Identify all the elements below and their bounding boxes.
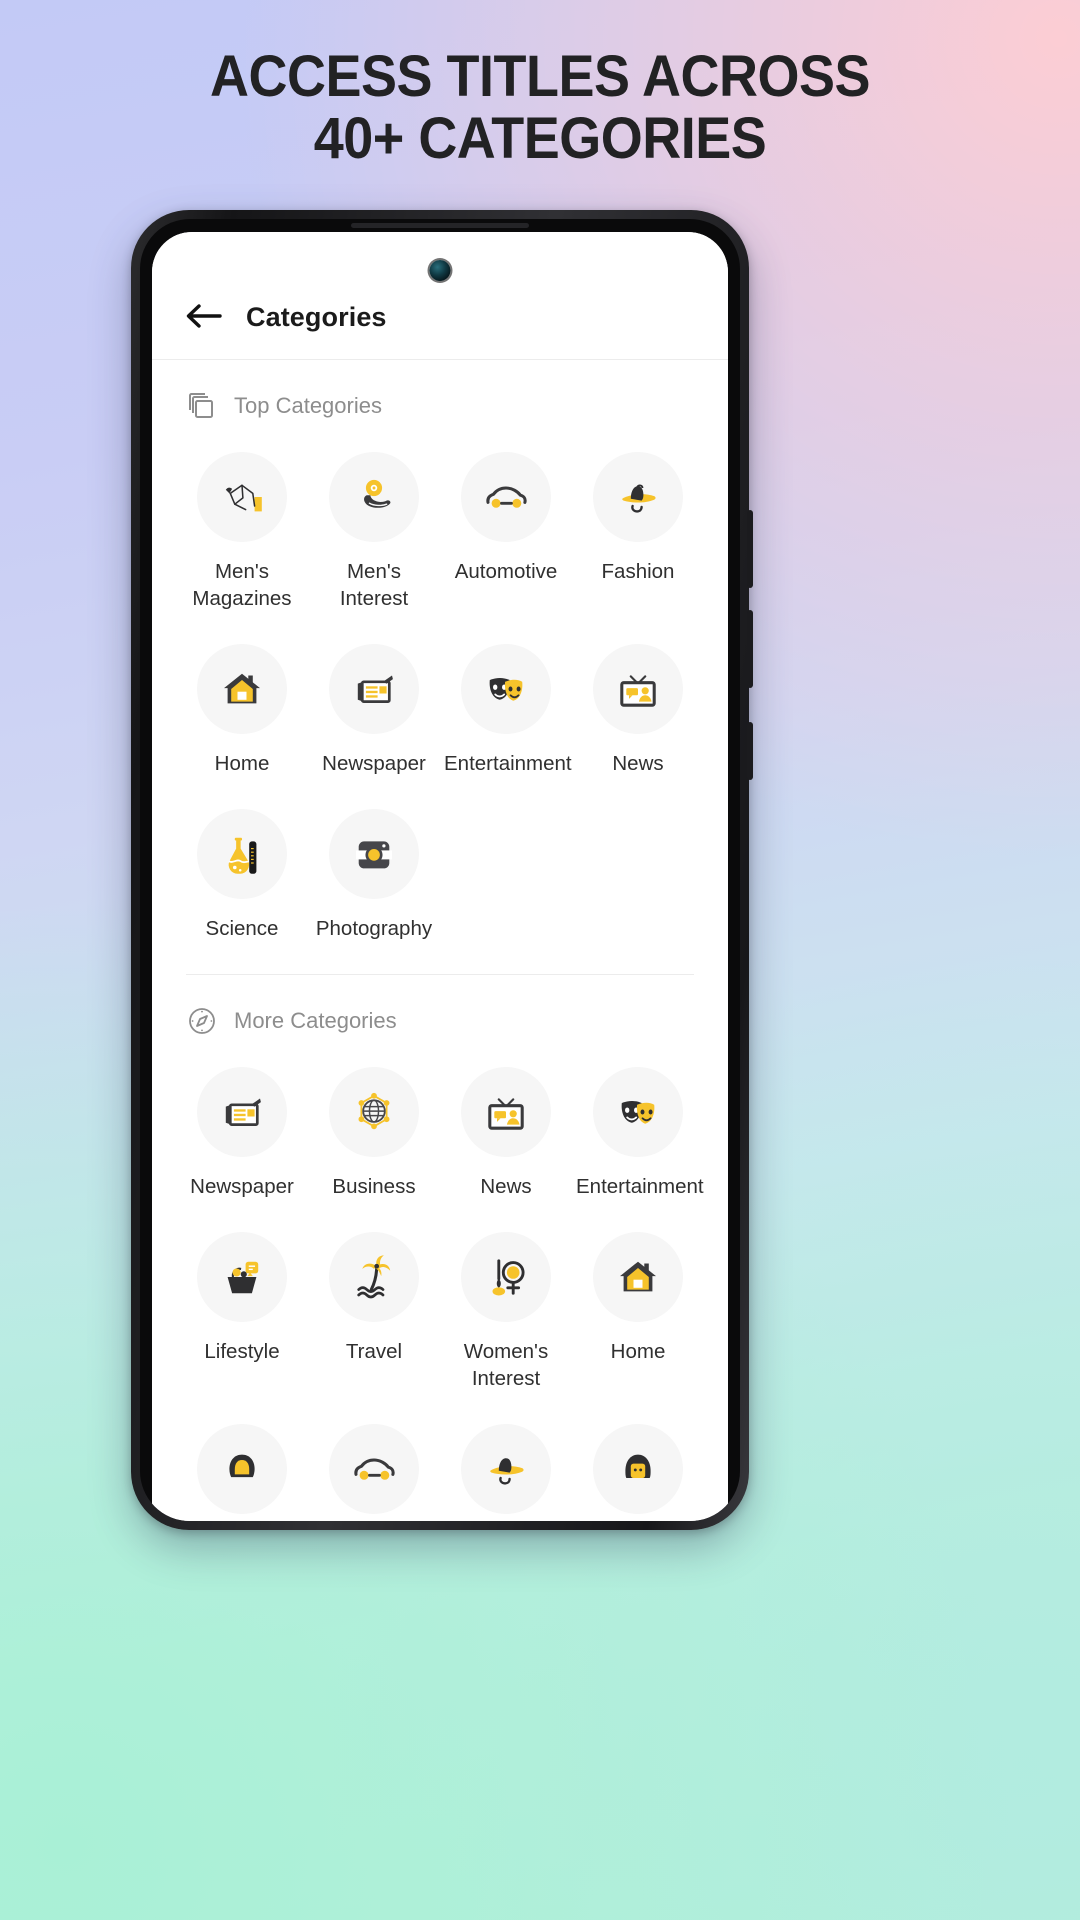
tv-news-icon bbox=[461, 1067, 551, 1157]
category-item[interactable]: Science bbox=[176, 791, 308, 952]
category-label: Lifestyle bbox=[204, 1340, 280, 1363]
category-label: Entertainment bbox=[444, 752, 572, 775]
page-title: Categories bbox=[246, 302, 387, 332]
category-label: Men's Magazines bbox=[192, 560, 292, 610]
theater-masks-icon bbox=[461, 644, 551, 734]
volume-down-button[interactable] bbox=[747, 610, 753, 688]
category-label: Newspaper bbox=[190, 1175, 294, 1198]
car-icon bbox=[329, 1424, 419, 1514]
category-item[interactable]: Home bbox=[572, 1214, 704, 1402]
category-label: Science bbox=[205, 917, 279, 940]
category-label: Men's Interest bbox=[339, 560, 409, 610]
category-label: Travel bbox=[345, 1340, 403, 1363]
volume-up-button[interactable] bbox=[747, 510, 753, 588]
category-item[interactable]: Travel bbox=[308, 1214, 440, 1402]
hat-icon bbox=[593, 452, 683, 542]
category-item[interactable] bbox=[308, 1406, 440, 1521]
category-item[interactable]: Lifestyle bbox=[176, 1214, 308, 1402]
category-item[interactable]: Newspaper bbox=[176, 1049, 308, 1210]
category-item[interactable]: Newspaper bbox=[308, 626, 440, 787]
section-header-more-categories: More Categories bbox=[152, 975, 728, 1043]
globe-network-icon bbox=[329, 1067, 419, 1157]
section-header-top-categories: Top Categories bbox=[152, 360, 728, 428]
car-icon bbox=[461, 452, 551, 542]
hat-icon bbox=[461, 1424, 551, 1514]
layers-icon bbox=[186, 390, 218, 422]
lifestyle-icon bbox=[197, 1232, 287, 1322]
promo-headline: ACCESS TITLES ACROSS 40+ CATEGORIES bbox=[38, 46, 1042, 170]
arrow-left-icon[interactable] bbox=[184, 299, 224, 333]
top-categories-grid: Men's Magazines Men's Interest Automotiv… bbox=[152, 428, 728, 952]
category-label: Women's Interest bbox=[463, 1340, 549, 1390]
category-label: Automotive bbox=[454, 560, 558, 583]
palm-tree-icon bbox=[329, 1232, 419, 1322]
category-label: Fashion bbox=[601, 560, 675, 583]
category-item[interactable]: Home bbox=[176, 626, 308, 787]
category-item[interactable]: Entertainment bbox=[440, 626, 572, 787]
house-icon bbox=[197, 644, 287, 734]
category-item[interactable]: Women's Interest bbox=[440, 1214, 572, 1402]
category-label: News bbox=[612, 752, 664, 775]
front-camera-punchhole bbox=[429, 260, 451, 281]
category-item[interactable]: Business bbox=[308, 1049, 440, 1210]
more-categories-grid: Newspaper Business News Entertainment Li… bbox=[152, 1043, 728, 1521]
category-item[interactable]: News bbox=[440, 1049, 572, 1210]
person-hair-icon bbox=[197, 1424, 287, 1514]
womens-interest-icon bbox=[461, 1232, 551, 1322]
category-label: News bbox=[480, 1175, 532, 1198]
category-label: Home bbox=[214, 752, 270, 775]
section-label: More Categories bbox=[234, 1008, 397, 1033]
headline-line-1: ACCESS TITLES ACROSS bbox=[209, 44, 871, 109]
category-label: Entertainment bbox=[576, 1175, 704, 1198]
category-label: Business bbox=[332, 1175, 416, 1198]
headline-line-2: 40+ CATEGORIES bbox=[313, 106, 767, 171]
flask-icon bbox=[197, 809, 287, 899]
category-item[interactable]: Entertainment bbox=[572, 1049, 704, 1210]
compass-icon bbox=[186, 1005, 218, 1037]
app-header: Categories bbox=[152, 232, 728, 360]
camera-icon bbox=[329, 809, 419, 899]
person-face-icon bbox=[593, 1424, 683, 1514]
categories-scroll-area[interactable]: Top Categories Men's Magazines Men's Int… bbox=[152, 360, 728, 1521]
phone-bezel: Categories Top Categories Men's Magazine… bbox=[140, 219, 740, 1521]
dumbbell-icon bbox=[329, 452, 419, 542]
power-button[interactable] bbox=[747, 722, 753, 780]
newspaper-icon bbox=[329, 644, 419, 734]
category-item[interactable] bbox=[440, 1406, 572, 1521]
category-label: Home bbox=[610, 1340, 666, 1363]
category-item[interactable]: Men's Interest bbox=[308, 434, 440, 622]
phone-mockup: Categories Top Categories Men's Magazine… bbox=[131, 210, 753, 1530]
category-item[interactable] bbox=[176, 1406, 308, 1521]
category-item[interactable] bbox=[572, 1406, 704, 1521]
category-item[interactable]: Automotive bbox=[440, 434, 572, 622]
category-item[interactable]: News bbox=[572, 626, 704, 787]
category-label: Newspaper bbox=[322, 752, 426, 775]
newspaper-icon bbox=[197, 1067, 287, 1157]
earpiece-speaker bbox=[351, 223, 529, 228]
category-item[interactable]: Fashion bbox=[572, 434, 704, 622]
category-item[interactable]: Men's Magazines bbox=[176, 434, 308, 622]
house-icon bbox=[593, 1232, 683, 1322]
mens-magazines-icon bbox=[197, 452, 287, 542]
category-item[interactable]: Photography bbox=[308, 791, 440, 952]
phone-screen: Categories Top Categories Men's Magazine… bbox=[152, 232, 728, 1521]
tv-news-icon bbox=[593, 644, 683, 734]
section-label: Top Categories bbox=[234, 393, 382, 418]
category-label: Photography bbox=[315, 917, 433, 940]
theater-masks-icon bbox=[593, 1067, 683, 1157]
